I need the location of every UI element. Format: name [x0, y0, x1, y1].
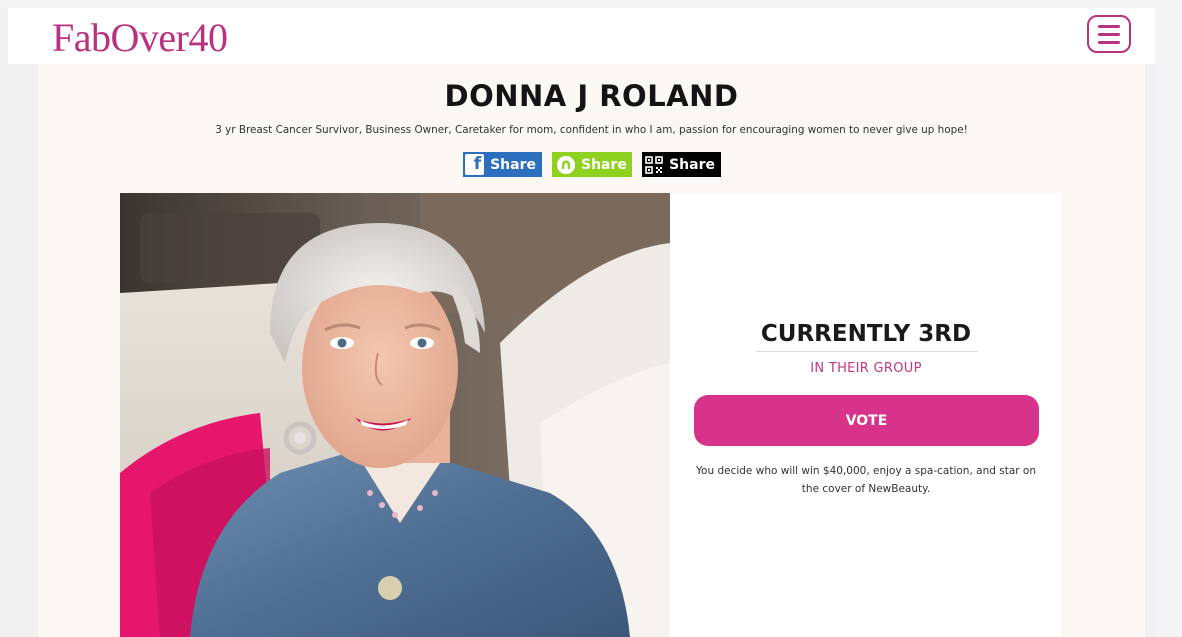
hamburger-menu-icon-bar [1098, 40, 1120, 44]
share-label: Share [581, 156, 627, 173]
vote-button[interactable]: VOTE [694, 395, 1039, 446]
share-label: Share [669, 156, 715, 173]
hamburger-menu-icon-bar [1098, 24, 1120, 28]
rank-divider [756, 351, 978, 352]
contestant-photo [120, 193, 670, 637]
site-logo[interactable]: FabOver40 [52, 16, 228, 60]
hamburger-menu-button[interactable] [1087, 15, 1131, 53]
qr-share-button[interactable]: Share [642, 152, 721, 177]
vote-card: CURRENTLY 3RD IN THEIR GROUP VOTE You de… [670, 193, 1062, 637]
nextdoor-share-button[interactable]: Share [552, 152, 632, 177]
top-strip [0, 0, 1182, 8]
contestant-name: DONNA J ROLAND [444, 79, 739, 113]
current-rank: CURRENTLY 3RD [760, 321, 972, 347]
rank-subtitle: IN THEIR GROUP [810, 361, 922, 376]
facebook-icon: f [465, 154, 485, 175]
vote-prize-note: You decide who will win $40,000, enjoy a… [696, 465, 1036, 495]
qr-code-icon [644, 154, 663, 175]
facebook-share-button[interactable]: f Share [463, 152, 542, 177]
nextdoor-icon [557, 155, 575, 174]
share-label: Share [490, 156, 536, 173]
contestant-profile: DONNA J ROLAND 3 yr Breast Cancer Surviv… [38, 64, 1145, 637]
scrollbar-track[interactable] [1155, 8, 1182, 637]
hamburger-menu-icon-bar [1098, 32, 1120, 36]
share-buttons: f Share Share Share [463, 152, 721, 177]
site-header: FabOver40 [8, 8, 1155, 64]
contestant-bio: 3 yr Breast Cancer Survivor, Business Ow… [215, 124, 968, 136]
